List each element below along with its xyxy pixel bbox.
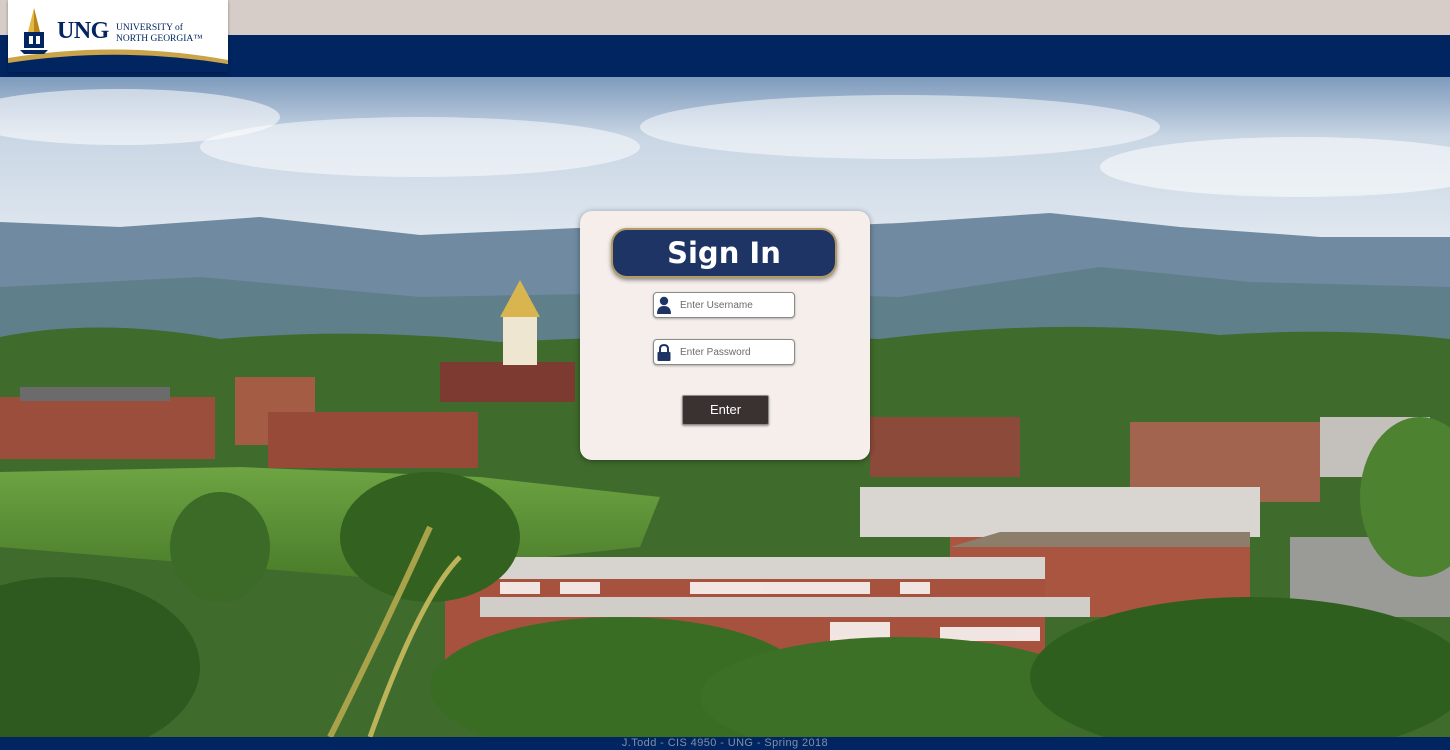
logo-abbreviation: UNG (57, 18, 109, 44)
enter-button[interactable]: Enter (682, 395, 769, 425)
password-field[interactable] (653, 339, 795, 365)
ung-logo[interactable]: UNG UNIVERSITY of NORTH GEORGIA™ (8, 0, 228, 72)
lock-icon (657, 343, 671, 361)
username-input[interactable] (680, 296, 790, 314)
sign-in-title: Sign In (611, 228, 837, 278)
user-icon (657, 296, 671, 314)
username-field[interactable] (653, 292, 795, 318)
password-input[interactable] (680, 343, 790, 361)
sign-in-card: Sign In Enter (580, 211, 870, 460)
footer-credit: J.Todd - CIS 4950 - UNG - Spring 2018 (0, 737, 1450, 750)
logo-university-name: UNIVERSITY of NORTH GEORGIA™ (116, 23, 203, 44)
